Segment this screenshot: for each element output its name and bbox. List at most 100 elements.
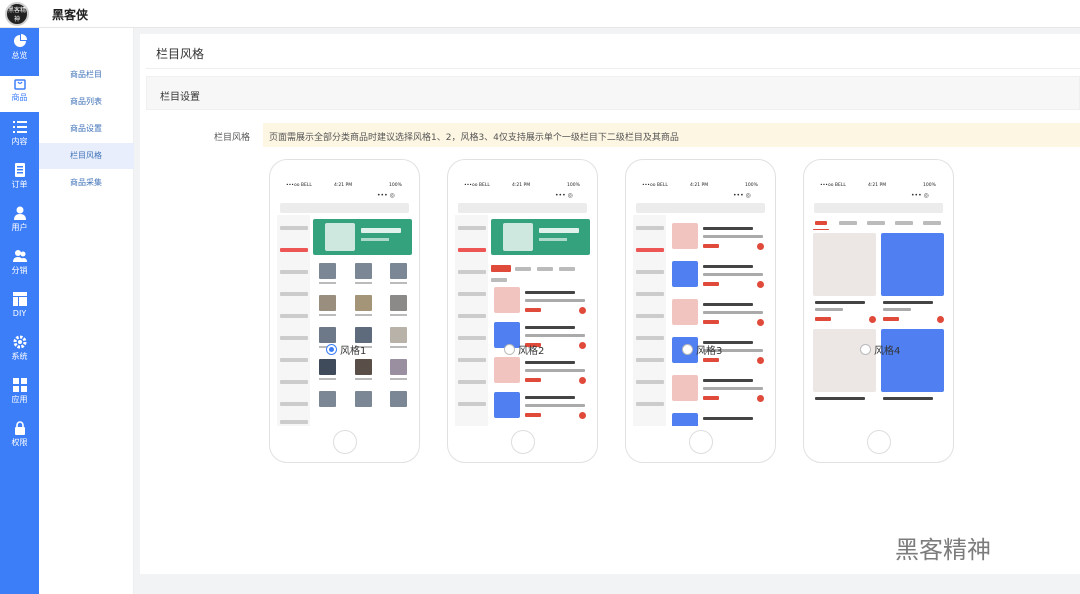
preview-screen (811, 215, 948, 426)
page-title: 栏目风格 (156, 47, 205, 61)
sidebar-item-label: 权限 (11, 438, 28, 447)
gear-icon (13, 335, 26, 349)
radio-label: 风格2 (518, 346, 545, 357)
radio-label: 风格3 (696, 346, 723, 357)
section-header: 栏目设置 (146, 76, 1080, 110)
preview-search-bar (458, 203, 587, 213)
product-subnav: 商品栏目 商品列表 商品设置 栏目风格 商品采集 (39, 28, 134, 594)
notice-banner: 页面需展示全部分类商品时建议选择风格1、2，风格3、4仅支持展示单个一级栏目下二… (263, 123, 1080, 147)
carrier-text: •••oo BELL (820, 183, 846, 188)
battery-text: 100% (389, 183, 402, 188)
radio-button[interactable] (860, 344, 871, 355)
sidebar-item-diy[interactable]: DIY (0, 292, 39, 328)
category-column (455, 215, 488, 426)
sidebar-item-orders[interactable]: 订单 (0, 163, 39, 199)
preview-banner (313, 219, 412, 255)
sidebar-item-label: 商品 (11, 93, 28, 102)
sidebar-item-label: 分销 (11, 266, 28, 275)
style-preview-3[interactable]: •••oo BELL 4:21 PM 100% ••• ◎ (625, 159, 776, 463)
radio-button[interactable] (682, 344, 693, 355)
home-button-icon (867, 430, 891, 454)
style-preview-1[interactable]: •••oo BELL 4:21 PM 100% ••• ◎ (269, 159, 420, 463)
time-text: 4:21 PM (868, 183, 887, 188)
section-title: 栏目设置 (160, 92, 200, 103)
battery-text: 100% (567, 183, 580, 188)
pie-chart-icon (13, 34, 27, 47)
bottom-strip (140, 574, 1080, 594)
field-label-style: 栏目风格 (214, 133, 251, 143)
document-icon (14, 163, 25, 177)
sidebar-item-overview[interactable]: 总览 (0, 34, 39, 70)
preview-search-bar (636, 203, 765, 213)
sidebar-item-label: DIY (12, 309, 27, 318)
battery-text: 100% (923, 183, 936, 188)
subnav-item-category-style[interactable]: 栏目风格 (39, 143, 134, 169)
home-button-icon (689, 430, 713, 454)
category-column (633, 215, 666, 426)
preview-screen (277, 215, 414, 426)
app-logo[interactable]: 黑客精神 (5, 2, 29, 26)
sidebar-item-content[interactable]: 内容 (0, 120, 39, 156)
style-radio-2[interactable]: 风格2 (504, 342, 545, 357)
main-panel: 栏目风格 栏目设置 栏目风格 页面需展示全部分类商品时建议选择风格1、2，风格3… (140, 34, 1080, 574)
sidebar-item-label: 系统 (11, 352, 28, 361)
user-icon (13, 206, 26, 220)
style-preview-4[interactable]: •••oo BELL 4:21 PM 100% ••• ◎ (803, 159, 954, 463)
preview-banner (491, 219, 590, 255)
sidebar-item-label: 应用 (11, 395, 28, 404)
phone-status-bar: •••oo BELL 4:21 PM 100% (270, 181, 419, 191)
grid-icon (12, 378, 27, 392)
sidebar-item-products[interactable]: 商品 (0, 76, 39, 112)
layout-icon (12, 292, 27, 306)
more-icon: ••• ◎ (377, 192, 395, 199)
subnav-item-product-settings[interactable]: 商品设置 (39, 116, 134, 142)
home-button-icon (333, 430, 357, 454)
style-radio-3[interactable]: 风格3 (682, 342, 723, 357)
radio-button-checked[interactable] (326, 344, 337, 355)
radio-label: 风格4 (874, 346, 901, 357)
more-icon: ••• ◎ (555, 192, 573, 199)
logo-text: 黑客精神 (7, 7, 26, 23)
sidebar-item-label: 总览 (11, 51, 28, 60)
sidebar-item-system[interactable]: 系统 (0, 335, 39, 371)
sidebar-item-label: 订单 (11, 180, 28, 189)
subnav-item-categories[interactable]: 商品栏目 (39, 62, 134, 88)
subnav-item-product-collect[interactable]: 商品采集 (39, 170, 134, 196)
category-column (277, 215, 310, 426)
users-icon (12, 250, 27, 262)
style-preview-2[interactable]: •••oo BELL 4:21 PM 100% ••• ◎ (447, 159, 598, 463)
app-name: 黑客侠 (52, 8, 89, 22)
preview-search-bar (814, 203, 943, 213)
radio-label: 风格1 (340, 346, 367, 357)
main-sidebar: 总览 商品 内容 订单 用户 分销 DIY 系统 应用 权限 (0, 28, 39, 594)
divider (146, 68, 1080, 69)
preview-screen (455, 215, 592, 426)
battery-text: 100% (745, 183, 758, 188)
time-text: 4:21 PM (690, 183, 709, 188)
subnav-item-product-list[interactable]: 商品列表 (39, 89, 134, 115)
time-text: 4:21 PM (512, 183, 531, 188)
watermark-text: 黑客精神 (895, 536, 991, 564)
carrier-text: •••oo BELL (464, 183, 490, 188)
carrier-text: •••oo BELL (642, 183, 668, 188)
sidebar-item-permissions[interactable]: 权限 (0, 421, 39, 457)
top-bar: 黑客精神 黑客侠 (0, 0, 1080, 28)
style-radio-4[interactable]: 风格4 (860, 342, 901, 357)
lock-icon (14, 421, 25, 435)
sidebar-item-label: 用户 (11, 223, 28, 232)
time-text: 4:21 PM (334, 183, 353, 188)
sidebar-item-distribution[interactable]: 分销 (0, 249, 39, 285)
sidebar-item-label: 内容 (11, 137, 28, 146)
shopping-bag-icon (13, 79, 26, 90)
phone-status-bar: •••oo BELL 4:21 PM 100% (626, 181, 775, 191)
style-radio-1[interactable]: 风格1 (326, 342, 367, 357)
radio-button[interactable] (504, 344, 515, 355)
more-icon: ••• ◎ (733, 192, 751, 199)
phone-status-bar: •••oo BELL 4:21 PM 100% (804, 181, 953, 191)
list-icon (12, 121, 27, 133)
carrier-text: •••oo BELL (286, 183, 312, 188)
more-icon: ••• ◎ (911, 192, 929, 199)
sidebar-item-apps[interactable]: 应用 (0, 378, 39, 414)
sidebar-item-users[interactable]: 用户 (0, 206, 39, 242)
preview-search-bar (280, 203, 409, 213)
